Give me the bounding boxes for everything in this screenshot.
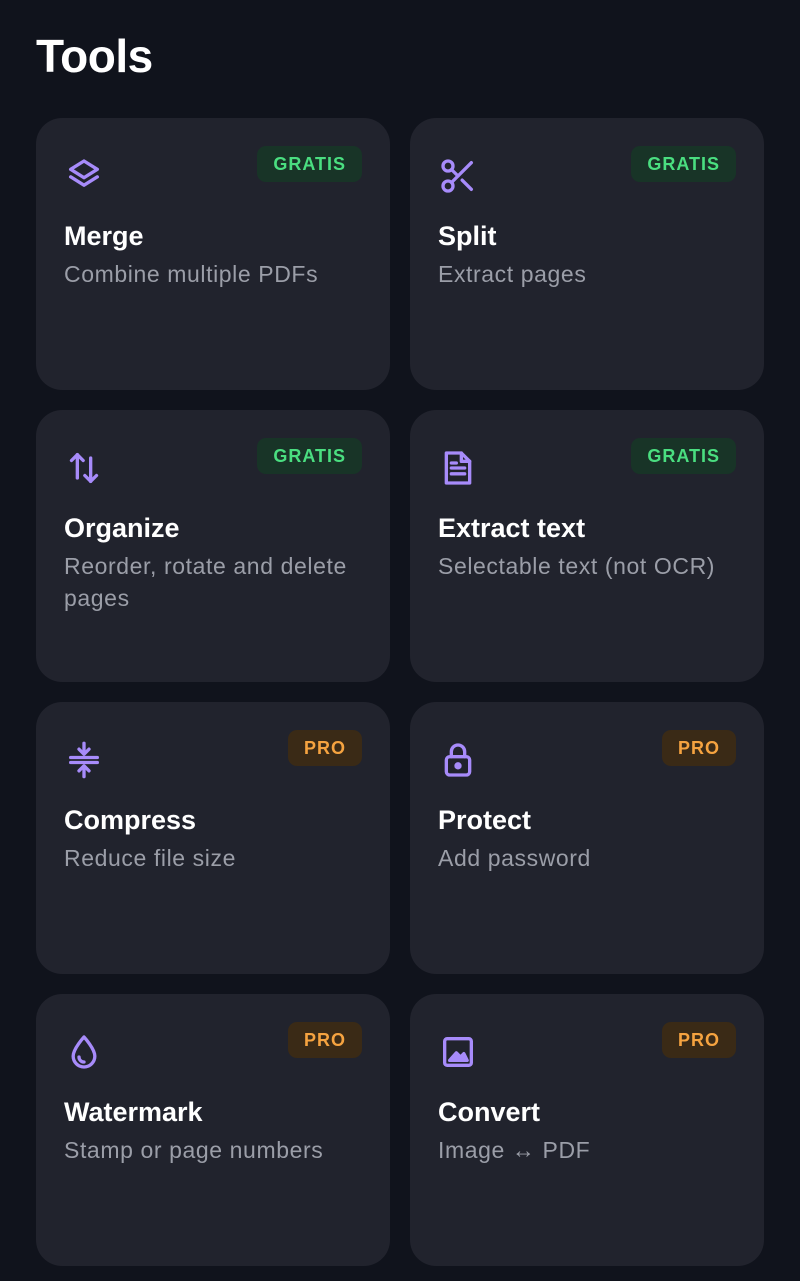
- tool-card-organize[interactable]: GRATIS Organize Reorder, rotate and dele…: [36, 410, 390, 682]
- compress-icon: [64, 740, 104, 780]
- tool-description: Reduce file size: [64, 845, 236, 871]
- tool-description: Combine multiple PDFs: [64, 261, 319, 287]
- tool-title: Extract text: [438, 513, 586, 543]
- tool-card-convert[interactable]: PRO Convert Image ↔ PDF: [410, 994, 764, 1266]
- tool-card-watermark[interactable]: PRO Watermark Stamp or page numbers: [36, 994, 390, 1266]
- image-icon: [438, 1032, 478, 1072]
- tool-title: Protect: [438, 805, 532, 835]
- tool-title: Merge: [64, 221, 144, 251]
- gratis-badge: GRATIS: [631, 146, 736, 182]
- tool-description: Reorder, rotate and delete pages: [64, 553, 347, 611]
- tool-description: Extract pages: [438, 261, 587, 287]
- tool-title: Convert: [438, 1097, 541, 1127]
- gratis-badge: GRATIS: [631, 438, 736, 474]
- tool-description: Selectable text (not OCR): [438, 553, 716, 579]
- tool-card-extract-text[interactable]: GRATIS Extract text Selectable text (not…: [410, 410, 764, 682]
- droplet-icon: [64, 1032, 104, 1072]
- gratis-badge: GRATIS: [257, 438, 362, 474]
- tool-card-compress[interactable]: PRO Compress Reduce file size: [36, 702, 390, 974]
- tool-title: Organize: [64, 513, 180, 543]
- tools-screen: Tools GRATIS Merge Combine multiple PDFs: [0, 0, 800, 1281]
- tool-card-protect[interactable]: PRO Protect Add password: [410, 702, 764, 974]
- tool-title: Split: [438, 221, 497, 251]
- tool-description: Stamp or page numbers: [64, 1137, 324, 1163]
- scissors-icon: [438, 156, 478, 196]
- tool-description: Add password: [438, 845, 591, 871]
- pro-badge: PRO: [661, 730, 736, 766]
- tool-title: Watermark: [64, 1097, 203, 1127]
- lock-icon: [438, 740, 478, 780]
- tool-title: Compress: [64, 805, 197, 835]
- pro-badge: PRO: [661, 1022, 736, 1058]
- tools-grid: GRATIS Merge Combine multiple PDFs GRATI…: [36, 118, 764, 1266]
- pro-badge: PRO: [287, 1022, 362, 1058]
- page-title: Tools: [36, 30, 153, 82]
- pro-badge: PRO: [287, 730, 362, 766]
- reorder-arrows-icon: [64, 448, 104, 488]
- document-text-icon: [438, 448, 478, 488]
- gratis-badge: GRATIS: [257, 146, 362, 182]
- tool-card-split[interactable]: GRATIS Split Extract pages: [410, 118, 764, 390]
- tool-card-merge[interactable]: GRATIS Merge Combine multiple PDFs: [36, 118, 390, 390]
- tool-description: Image ↔ PDF: [438, 1137, 591, 1163]
- layers-icon: [64, 156, 104, 196]
